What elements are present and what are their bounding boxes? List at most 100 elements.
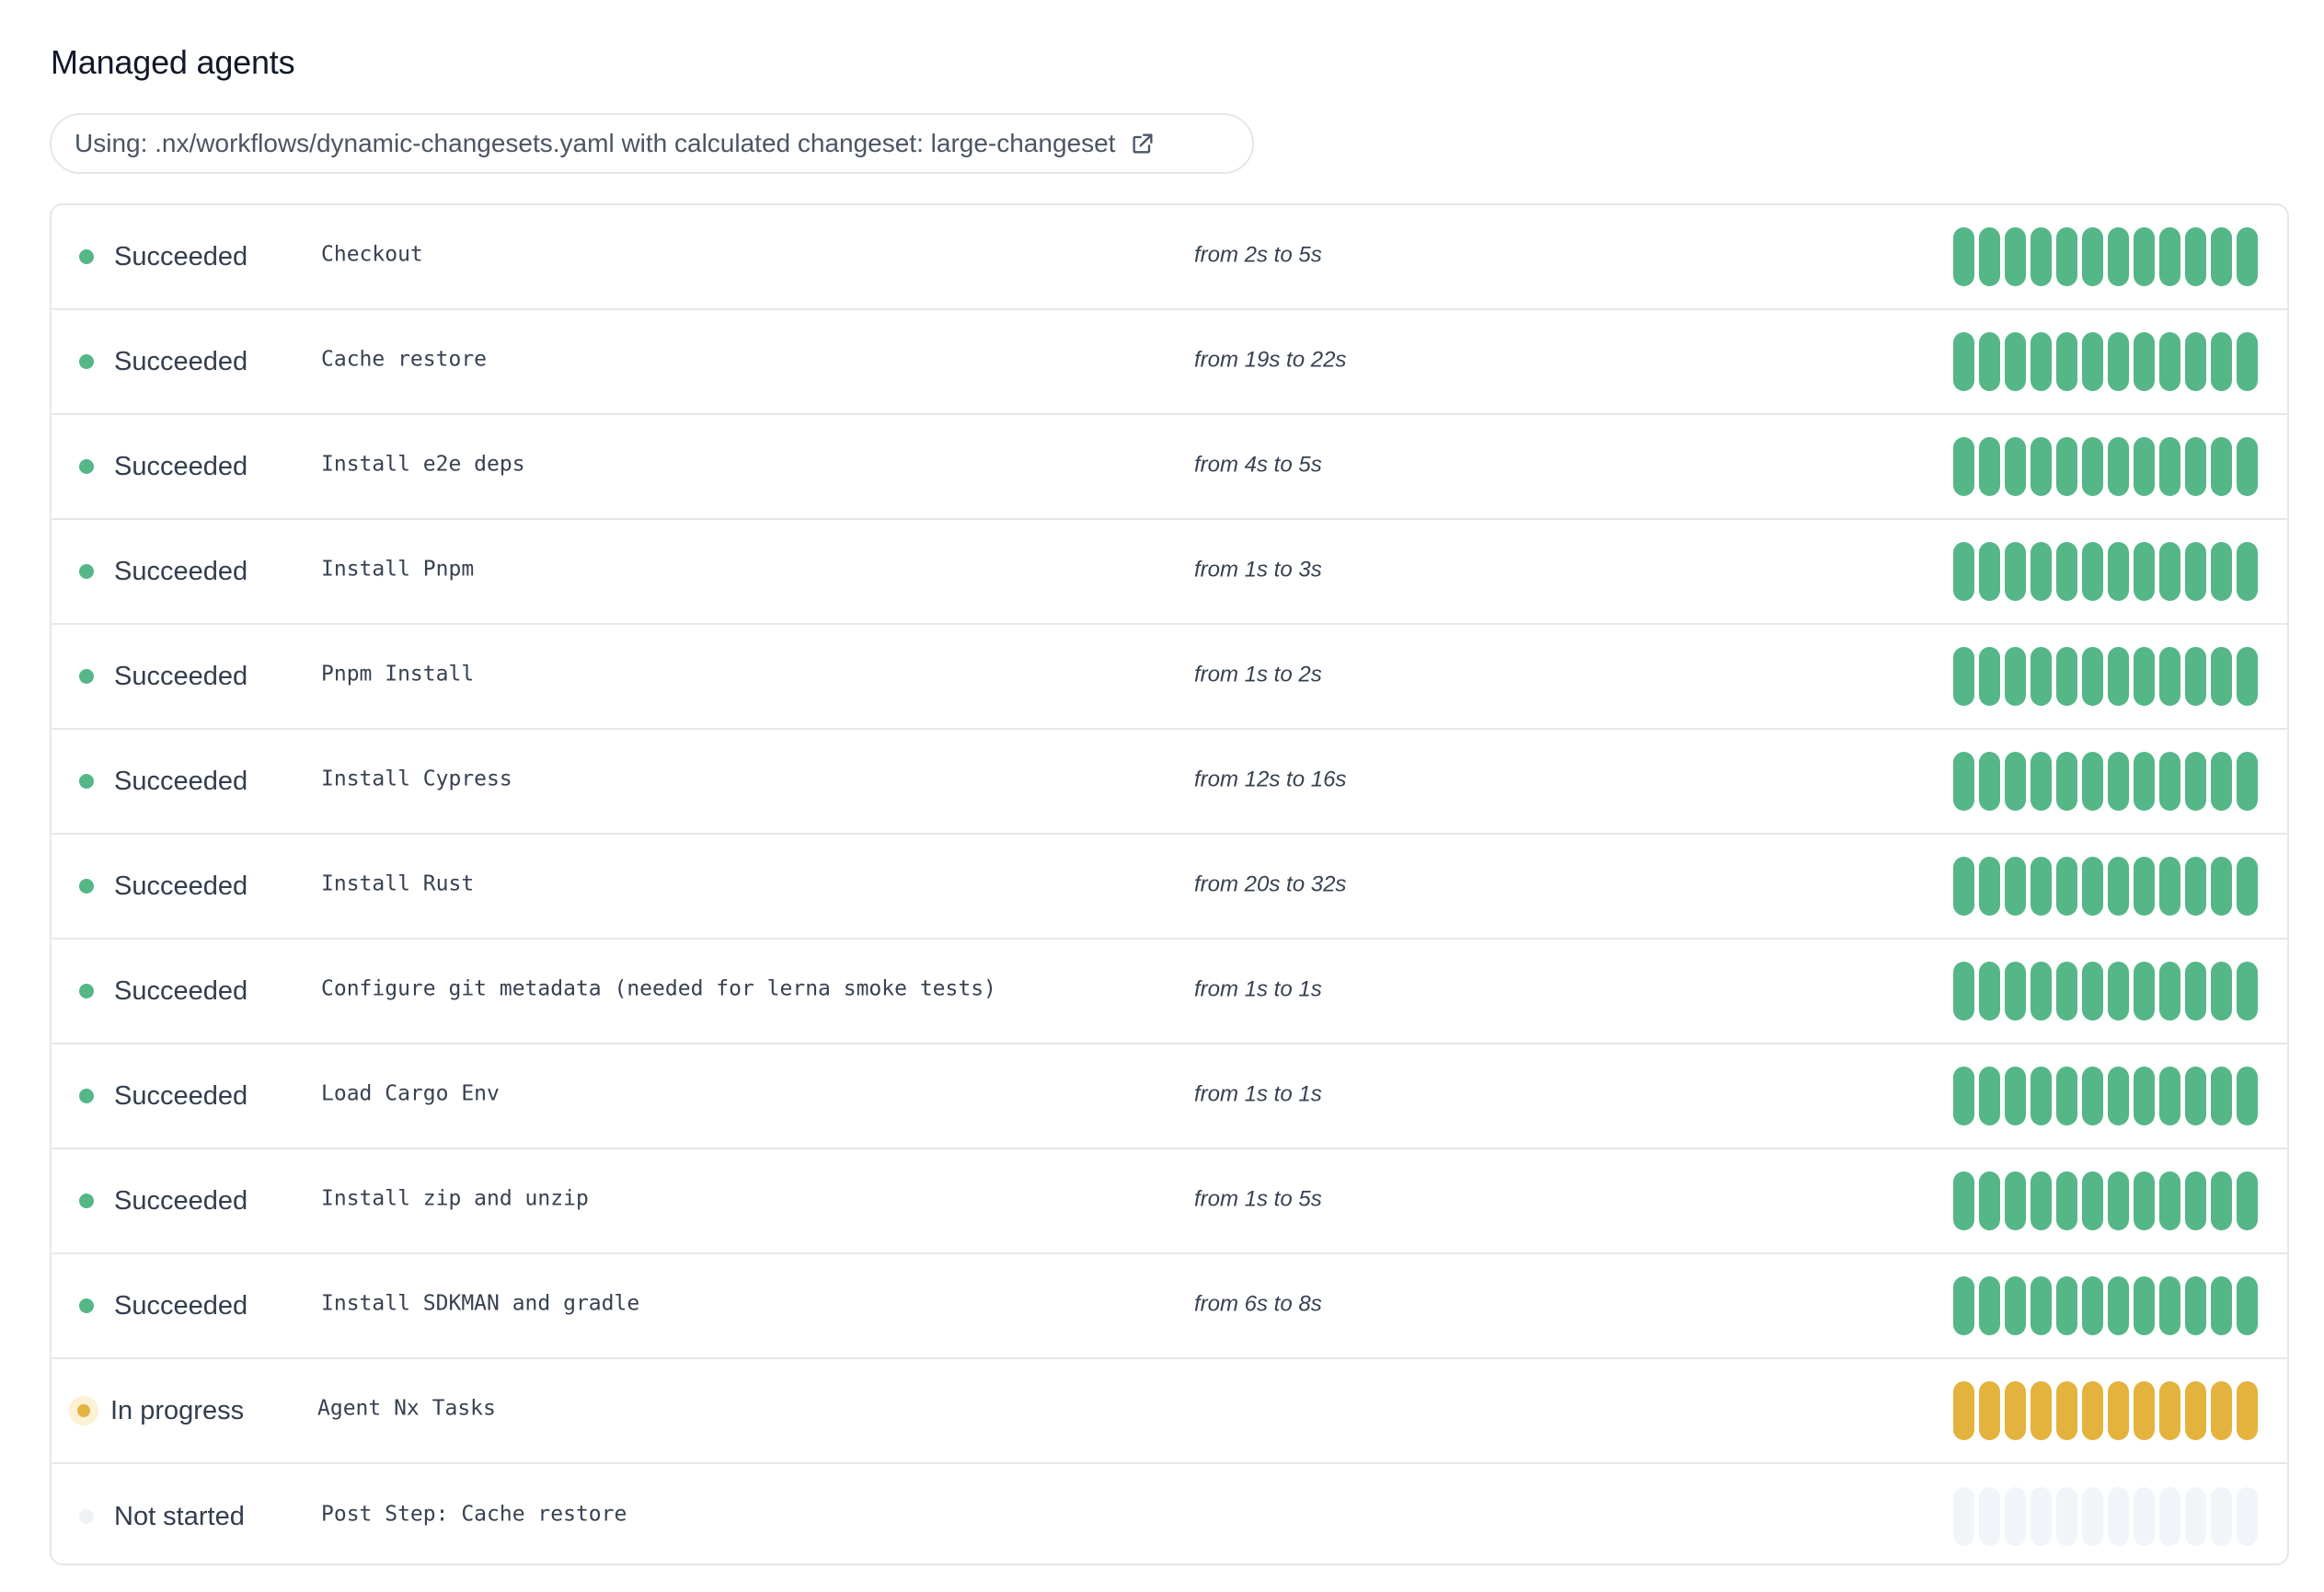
agent-bar-12[interactable] — [2237, 962, 2258, 1021]
agent-bar-9[interactable] — [2159, 1067, 2180, 1125]
agent-bar-9[interactable] — [2159, 332, 2180, 391]
agent-bar-1[interactable] — [1953, 962, 1974, 1021]
agent-bar-10[interactable] — [2185, 1487, 2206, 1546]
agent-bar-4[interactable] — [2031, 1381, 2052, 1440]
agent-bar-12[interactable] — [2237, 1487, 2258, 1546]
agent-bar-6[interactable] — [2082, 1487, 2103, 1546]
agent-bar-5[interactable] — [2056, 332, 2077, 391]
agent-bar-8[interactable] — [2134, 437, 2155, 496]
agent-bar-7[interactable] — [2108, 752, 2129, 811]
agent-bar-1[interactable] — [1953, 857, 1974, 916]
agent-bar-11[interactable] — [2211, 1171, 2232, 1230]
agent-bar-10[interactable] — [2185, 647, 2206, 706]
agent-bar-1[interactable] — [1953, 1171, 1974, 1230]
agent-bar-9[interactable] — [2159, 752, 2180, 811]
agent-bar-12[interactable] — [2237, 542, 2258, 601]
agent-bar-12[interactable] — [2237, 752, 2258, 811]
agent-bar-11[interactable] — [2211, 647, 2232, 706]
agent-bar-10[interactable] — [2185, 1067, 2206, 1125]
agent-bar-4[interactable] — [2031, 962, 2052, 1021]
agent-bar-8[interactable] — [2134, 542, 2155, 601]
agent-bar-6[interactable] — [2082, 647, 2103, 706]
agent-bar-3[interactable] — [2005, 227, 2026, 286]
agent-bar-3[interactable] — [2005, 647, 2026, 706]
agent-bar-9[interactable] — [2159, 1487, 2180, 1546]
agent-bar-11[interactable] — [2211, 1487, 2232, 1546]
agent-bar-10[interactable] — [2185, 227, 2206, 286]
agent-bar-8[interactable] — [2134, 752, 2155, 811]
agent-bar-6[interactable] — [2082, 1381, 2103, 1440]
agent-bar-4[interactable] — [2031, 437, 2052, 496]
agent-bar-4[interactable] — [2031, 227, 2052, 286]
agent-bar-2[interactable] — [1979, 1171, 2000, 1230]
agent-bar-5[interactable] — [2056, 857, 2077, 916]
agent-bar-4[interactable] — [2031, 1067, 2052, 1125]
step-row-8[interactable]: Succeeded Configure git metadata (needed… — [52, 940, 2287, 1044]
agent-bar-5[interactable] — [2056, 1381, 2077, 1440]
agent-bar-1[interactable] — [1953, 752, 1974, 811]
agent-bar-12[interactable] — [2237, 647, 2258, 706]
agent-bar-4[interactable] — [2031, 1171, 2052, 1230]
agent-bar-4[interactable] — [2031, 752, 2052, 811]
agent-bar-9[interactable] — [2159, 647, 2180, 706]
agent-bar-12[interactable] — [2237, 1276, 2258, 1335]
agent-bar-12[interactable] — [2237, 1171, 2258, 1230]
agent-bar-8[interactable] — [2134, 962, 2155, 1021]
agent-bar-7[interactable] — [2108, 857, 2129, 916]
step-row-1[interactable]: Succeeded Checkout from 2s to 5s — [52, 205, 2287, 310]
agent-bar-9[interactable] — [2159, 1381, 2180, 1440]
agent-bar-2[interactable] — [1979, 437, 2000, 496]
agent-bar-7[interactable] — [2108, 542, 2129, 601]
step-row-10[interactable]: Succeeded Install zip and unzip from 1s … — [52, 1149, 2287, 1254]
agent-bar-2[interactable] — [1979, 1067, 2000, 1125]
agent-bar-10[interactable] — [2185, 962, 2206, 1021]
step-row-3[interactable]: Succeeded Install e2e deps from 4s to 5s — [52, 415, 2287, 520]
agent-bar-10[interactable] — [2185, 752, 2206, 811]
agent-bar-7[interactable] — [2108, 962, 2129, 1021]
agent-bar-7[interactable] — [2108, 1276, 2129, 1335]
agent-bar-10[interactable] — [2185, 332, 2206, 391]
agent-bar-11[interactable] — [2211, 227, 2232, 286]
agent-bar-5[interactable] — [2056, 1276, 2077, 1335]
step-row-11[interactable]: Succeeded Install SDKMAN and gradle from… — [52, 1254, 2287, 1359]
agent-bar-8[interactable] — [2134, 227, 2155, 286]
agent-bar-5[interactable] — [2056, 227, 2077, 286]
agent-bar-11[interactable] — [2211, 332, 2232, 391]
step-row-9[interactable]: Succeeded Load Cargo Env from 1s to 1s — [52, 1044, 2287, 1149]
agent-bar-1[interactable] — [1953, 1381, 1974, 1440]
agent-bar-7[interactable] — [2108, 437, 2129, 496]
agent-bar-2[interactable] — [1979, 542, 2000, 601]
step-row-5[interactable]: Succeeded Pnpm Install from 1s to 2s — [52, 625, 2287, 730]
agent-bar-2[interactable] — [1979, 647, 2000, 706]
agent-bar-12[interactable] — [2237, 332, 2258, 391]
agent-bar-10[interactable] — [2185, 1276, 2206, 1335]
agent-bar-5[interactable] — [2056, 1487, 2077, 1546]
agent-bar-3[interactable] — [2005, 1487, 2026, 1546]
agent-bar-11[interactable] — [2211, 857, 2232, 916]
agent-bar-3[interactable] — [2005, 1276, 2026, 1335]
agent-bar-2[interactable] — [1979, 1276, 2000, 1335]
agent-bar-6[interactable] — [2082, 962, 2103, 1021]
agent-bar-7[interactable] — [2108, 647, 2129, 706]
agent-bar-5[interactable] — [2056, 962, 2077, 1021]
agent-bar-5[interactable] — [2056, 1067, 2077, 1125]
agent-bar-1[interactable] — [1953, 542, 1974, 601]
agent-bar-8[interactable] — [2134, 1067, 2155, 1125]
agent-bar-6[interactable] — [2082, 857, 2103, 916]
agent-bar-9[interactable] — [2159, 437, 2180, 496]
agent-bar-3[interactable] — [2005, 1381, 2026, 1440]
agent-bar-8[interactable] — [2134, 1381, 2155, 1440]
agent-bar-7[interactable] — [2108, 1487, 2129, 1546]
step-row-12[interactable]: In progress Agent Nx Tasks — [52, 1359, 2287, 1464]
agent-bar-5[interactable] — [2056, 542, 2077, 601]
agent-bar-11[interactable] — [2211, 962, 2232, 1021]
agent-bar-3[interactable] — [2005, 332, 2026, 391]
agent-bar-7[interactable] — [2108, 1171, 2129, 1230]
agent-bar-3[interactable] — [2005, 752, 2026, 811]
agent-bar-1[interactable] — [1953, 1487, 1974, 1546]
agent-bar-1[interactable] — [1953, 1067, 1974, 1125]
agent-bar-12[interactable] — [2237, 1381, 2258, 1440]
agent-bar-10[interactable] — [2185, 857, 2206, 916]
agent-bar-2[interactable] — [1979, 857, 2000, 916]
agent-bar-8[interactable] — [2134, 332, 2155, 391]
